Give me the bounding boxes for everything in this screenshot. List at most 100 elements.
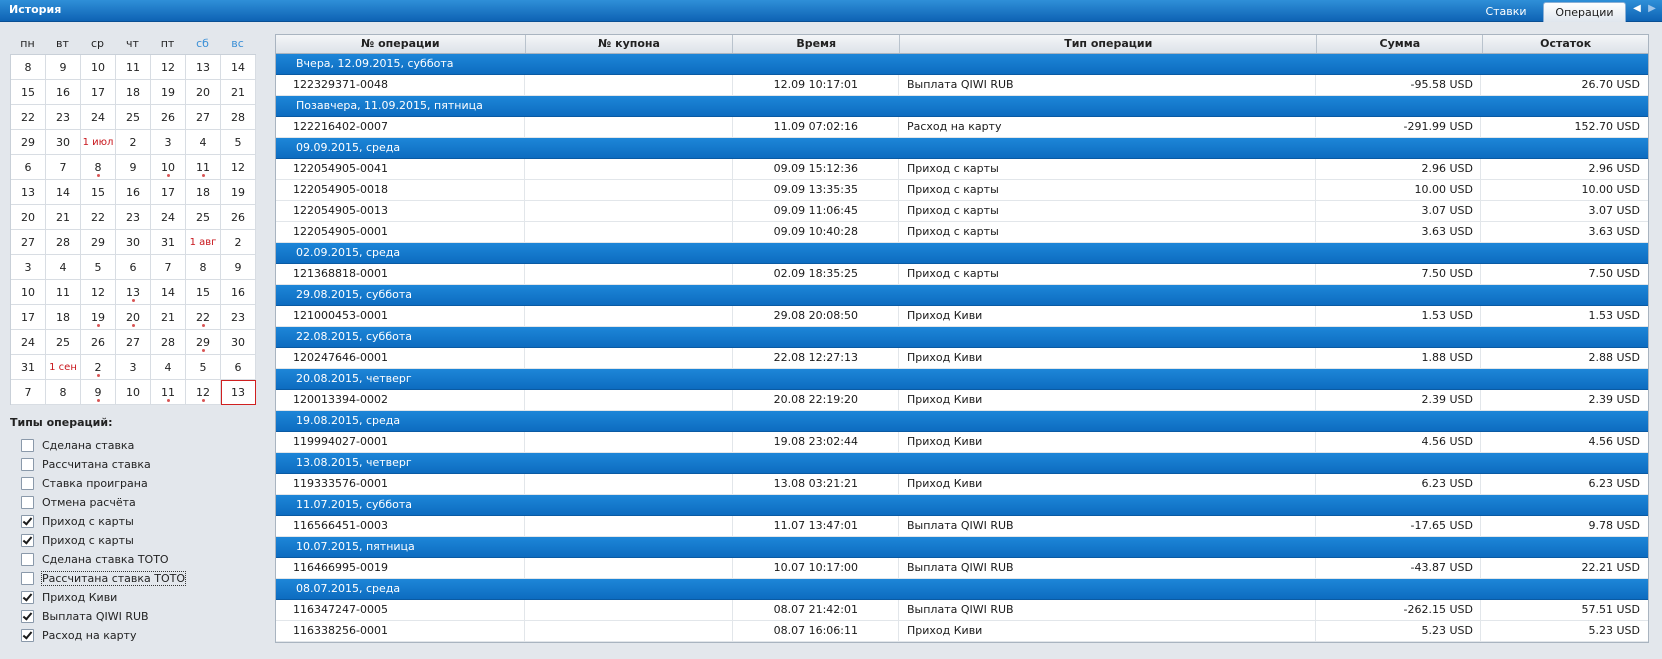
calendar-day[interactable]: 21 [221,80,256,105]
filter-item[interactable]: Сделана ставка [21,436,260,455]
table-row[interactable]: 121368818-0001 02.09 18:35:25 Приход с кар… [276,264,1648,285]
calendar-day[interactable]: 26 [221,205,256,230]
calendar-day[interactable]: 10 [81,55,116,80]
calendar-day[interactable]: 1 июл [81,130,116,155]
calendar-day[interactable]: 31 [151,230,186,255]
calendar-day[interactable]: 9 [221,255,256,280]
calendar-day[interactable]: 3 [11,255,46,280]
calendar-day[interactable]: 25 [46,330,81,355]
calendar-day[interactable]: 16 [221,280,256,305]
filter-item[interactable]: Приход с карты [21,512,260,531]
filter-checkbox[interactable] [21,439,34,452]
calendar-day[interactable]: 17 [151,180,186,205]
calendar-day[interactable]: 20 [186,80,221,105]
calendar-day[interactable]: 26 [151,105,186,130]
calendar-day[interactable]: 29 [11,130,46,155]
calendar-day[interactable]: 28 [221,105,256,130]
column-header[interactable]: Время [733,35,901,53]
filter-item[interactable]: Выплата QIWI RUB [21,607,260,626]
calendar-day[interactable]: 8 [186,255,221,280]
calendar-day[interactable]: 12 [81,280,116,305]
calendar-day[interactable]: 2 [116,130,151,155]
calendar-day[interactable]: 8 [11,55,46,80]
calendar-day[interactable]: 11 [151,380,186,405]
calendar-day[interactable]: 15 [81,180,116,205]
calendar-day[interactable]: 7 [151,255,186,280]
calendar-day[interactable]: 30 [46,130,81,155]
filter-checkbox[interactable] [21,572,34,585]
calendar-day[interactable]: 7 [11,380,46,405]
calendar-day[interactable]: 9 [81,380,116,405]
arrow-right-icon[interactable]: ▶ [1647,3,1657,14]
calendar-day[interactable]: 4 [186,130,221,155]
calendar-day[interactable]: 16 [116,180,151,205]
filter-item[interactable]: Сделана ставка ТОТО [21,550,260,569]
calendar-day[interactable]: 6 [221,355,256,380]
calendar-day[interactable]: 13 [186,55,221,80]
calendar-day[interactable]: 5 [81,255,116,280]
calendar-day[interactable]: 18 [46,305,81,330]
calendar-day[interactable]: 8 [46,380,81,405]
calendar-day[interactable]: 13 [116,280,151,305]
table-row[interactable]: 122329371-0048 12.09 10:17:01 Выплата QIWI… [276,75,1648,96]
calendar-day[interactable]: 20 [11,205,46,230]
calendar-day[interactable]: 27 [11,230,46,255]
calendar-day[interactable]: 6 [116,255,151,280]
calendar-day[interactable]: 9 [46,55,81,80]
table-row[interactable]: 122054905-0041 09.09 15:12:36 Приход с кар… [276,159,1648,180]
calendar-day[interactable]: 30 [221,330,256,355]
calendar-day[interactable]: 7 [46,155,81,180]
calendar-day[interactable]: 29 [81,230,116,255]
calendar-day[interactable]: 24 [11,330,46,355]
table-row[interactable]: 116566451-0003 11.07 13:47:01 Выплата QIWI… [276,516,1648,537]
calendar-day[interactable]: 24 [81,105,116,130]
calendar-day[interactable]: 12 [221,155,256,180]
calendar-day[interactable]: 28 [151,330,186,355]
filter-checkbox[interactable] [21,553,34,566]
calendar-day[interactable]: 1 сен [46,355,81,380]
calendar-day[interactable]: 26 [81,330,116,355]
calendar-day[interactable]: 19 [81,305,116,330]
table-row[interactable]: 122054905-0018 09.09 13:35:35 Приход с кар… [276,180,1648,201]
calendar-day[interactable]: 13 [11,180,46,205]
calendar-day[interactable]: 12 [151,55,186,80]
arrow-left-icon[interactable]: ◀ [1632,3,1642,14]
filter-checkbox[interactable] [21,496,34,509]
filter-checkbox[interactable] [21,515,34,528]
filter-checkbox[interactable] [21,477,34,490]
filter-checkbox[interactable] [21,610,34,623]
table-row[interactable]: 116466995-0019 10.07 10:17:00 Выплата QIWI… [276,558,1648,579]
calendar-day[interactable]: 27 [186,105,221,130]
tab-bets[interactable]: Ставки [1464,2,1548,21]
filter-checkbox[interactable] [21,591,34,604]
calendar-day[interactable]: 27 [116,330,151,355]
table-row[interactable]: 122054905-0013 09.09 11:06:45 Приход с кар… [276,201,1648,222]
calendar-day[interactable]: 1 авг [186,230,221,255]
column-header[interactable]: № купона [526,35,734,53]
column-header[interactable]: Тип операции [900,35,1318,53]
calendar-day[interactable]: 23 [46,105,81,130]
filter-checkbox[interactable] [21,458,34,471]
tab-operations[interactable]: Операции [1543,2,1626,22]
filter-item[interactable]: Рассчитана ставка ТОТО [21,569,260,588]
calendar-day[interactable]: 5 [186,355,221,380]
calendar-day[interactable]: 18 [116,80,151,105]
calendar-day[interactable]: 2 [81,355,116,380]
calendar-day[interactable]: 2 [221,230,256,255]
calendar-day[interactable]: 3 [116,355,151,380]
filter-item[interactable]: Отмена расчёта [21,493,260,512]
table-row[interactable]: 119994027-0001 19.08 23:02:44 Приход Киви 4… [276,432,1648,453]
filter-checkbox[interactable] [21,629,34,642]
calendar-day[interactable]: 8 [81,155,116,180]
filter-item[interactable]: Расход на карту [21,626,260,645]
table-row[interactable]: 121000453-0001 29.08 20:08:50 Приход Киви 1… [276,306,1648,327]
calendar-day[interactable]: 4 [151,355,186,380]
calendar-day[interactable]: 9 [116,155,151,180]
table-row[interactable]: 120013394-0002 20.08 22:19:20 Приход Киви 2… [276,390,1648,411]
calendar-day[interactable]: 3 [151,130,186,155]
calendar-day[interactable]: 25 [116,105,151,130]
calendar-day[interactable]: 11 [46,280,81,305]
calendar-day[interactable]: 18 [186,180,221,205]
calendar-day[interactable]: 25 [186,205,221,230]
calendar-day[interactable]: 11 [186,155,221,180]
